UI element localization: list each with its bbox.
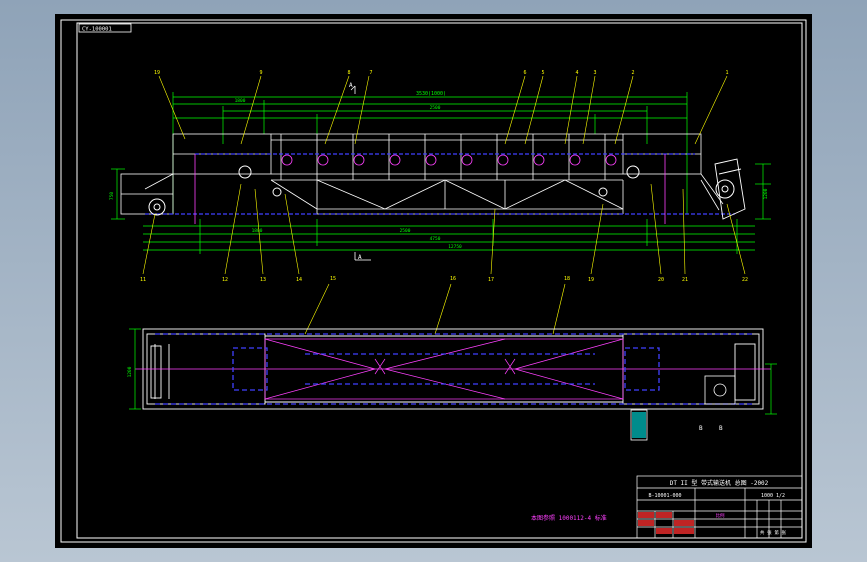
dim-bottom-1: 1800	[252, 228, 263, 234]
dim-height-left: 750	[109, 192, 115, 200]
dim-overall-top: 3530(1000)	[416, 91, 446, 97]
title-block-title: DT II 型 带式输送机 总图 -2002	[670, 479, 769, 487]
part-num-bottom-10: 21	[682, 277, 688, 283]
top-label: CY-100001	[82, 27, 112, 33]
dim-mid-span: 2500	[430, 105, 441, 111]
conveyor-drawing: CY-100001 3530(1000) 1800 2500 1800 2500…	[60, 19, 807, 543]
plan-view: 1200 B B	[127, 328, 777, 441]
part-num-top-0: 19	[154, 70, 160, 76]
part-num-top-1: 9	[259, 70, 262, 76]
section-label-a-bottom: A	[358, 254, 362, 261]
part-num-bottom-6: 17	[488, 277, 494, 283]
part-num-top-5: 5	[541, 70, 544, 76]
part-num-bottom-2: 13	[260, 277, 266, 283]
part-num-bottom-5: 16	[450, 276, 456, 282]
section-label-b: B	[699, 425, 703, 432]
part-num-bottom-8: 19	[588, 277, 594, 283]
part-num-bottom-7: 18	[564, 276, 570, 282]
title-block-drawing-no: B-10001-000	[648, 493, 681, 499]
dim-plan-width: 1200	[127, 366, 133, 377]
part-num-top-2: 8	[347, 70, 350, 76]
part-num-bottom-4: 15	[330, 276, 336, 282]
dim-bottom-3: 4750	[430, 236, 441, 242]
part-num-top-8: 2	[631, 70, 634, 76]
part-num-bottom-3: 14	[296, 277, 302, 283]
dim-bottom-total: 12750	[448, 244, 462, 250]
part-num-bottom-9: 20	[658, 277, 664, 283]
title-block-material: 共 张 第 张	[760, 529, 787, 536]
part-num-top-9: 1	[725, 70, 728, 76]
tail-pulley	[148, 198, 166, 216]
part-num-bottom-1: 12	[222, 277, 228, 283]
part-num-bottom-11: 22	[742, 277, 748, 283]
inner-border	[76, 22, 803, 539]
part-numbers: 19 9 8 7 6 5 4 3 2 1 11 12 13 14 15 16 1…	[140, 70, 748, 283]
title-block-scale-label: 比例	[716, 512, 725, 519]
motor-box	[632, 412, 646, 438]
dim-bottom-2: 2500	[400, 228, 411, 234]
part-num-top-6: 4	[575, 70, 578, 76]
title-block-sheet: 1000 1/2	[761, 493, 785, 499]
drawing-note: 本图参照 1000112-4 标准	[531, 514, 607, 522]
elevation-view: 3530(1000) 1800 2500 1800 2500 4750 1275…	[109, 75, 771, 335]
dim-height-right: 1200	[763, 188, 769, 199]
part-num-top-3: 7	[369, 70, 372, 76]
title-block: DT II 型 带式输送机 总图 -2002 B-10001-000 1000 …	[636, 475, 803, 539]
part-num-bottom-0: 11	[140, 277, 146, 283]
part-num-top-7: 3	[593, 70, 596, 76]
section-label-bb: B	[719, 425, 723, 432]
part-num-top-4: 6	[523, 70, 526, 76]
section-label-a-top: A	[349, 82, 353, 89]
cad-viewport[interactable]: CY-100001 3530(1000) 1800 2500 1800 2500…	[55, 14, 812, 548]
dim-top-inner: 1800	[235, 98, 246, 104]
